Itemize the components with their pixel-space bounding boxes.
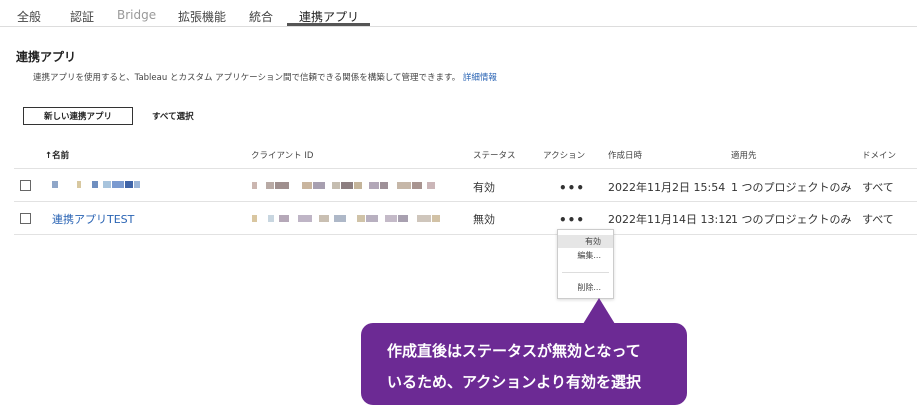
tab-divider: [0, 26, 917, 27]
more-actions-button[interactable]: •••: [559, 182, 585, 194]
redacted-client-id: [252, 214, 440, 223]
page-description: 連携アプリを使用すると、Tableau とカスタム アプリケーション間で信頼でき…: [33, 71, 497, 83]
tab-general[interactable]: 全般: [17, 8, 41, 25]
column-header-action: アクション: [543, 151, 586, 161]
tab-extensions[interactable]: 拡張機能: [178, 8, 226, 25]
tab-authentication[interactable]: 認証: [70, 8, 94, 25]
row-divider: [14, 201, 917, 202]
created-cell: 2022年11月14日 13:12: [608, 213, 733, 226]
app-name-link[interactable]: 連携アプリTEST: [52, 211, 134, 227]
annotation-callout: 作成直後はステータスが無効となって いるため、アクションより有効を選択: [361, 323, 687, 405]
domain-cell: すべて: [862, 213, 894, 226]
menu-item-edit[interactable]: 編集...: [558, 249, 613, 262]
menu-item-delete[interactable]: 削除...: [558, 281, 613, 294]
callout-line-1: 作成直後はステータスが無効となって: [387, 342, 641, 360]
menu-separator: [562, 272, 609, 273]
page-title: 連携アプリ: [16, 50, 77, 64]
column-header-scope[interactable]: 適用先: [731, 149, 757, 161]
menu-item-enable[interactable]: 有効: [558, 235, 613, 248]
row-divider: [14, 234, 917, 235]
table-header-divider: [14, 168, 917, 169]
more-actions-button[interactable]: •••: [559, 214, 585, 226]
row-checkbox[interactable]: [20, 180, 31, 191]
column-header-name[interactable]: ↑名前: [45, 149, 69, 161]
column-header-domain[interactable]: ドメイン: [862, 149, 896, 161]
status-cell: 有効: [473, 181, 495, 194]
status-cell: 無効: [473, 213, 495, 226]
scope-cell: 1 つのプロジェクトのみ: [731, 181, 852, 194]
select-all-button[interactable]: すべて選択: [152, 110, 194, 122]
row-checkbox[interactable]: [20, 213, 31, 224]
scope-cell: 1 つのプロジェクトのみ: [731, 213, 852, 226]
callout-line-2: いるため、アクションより有効を選択: [387, 373, 641, 391]
tab-bar: 全般 認証 Bridge 拡張機能 統合 連携アプリ: [0, 0, 917, 27]
redacted-app-name[interactable]: [52, 180, 140, 189]
new-connected-app-button[interactable]: 新しい連携アプリ: [23, 107, 133, 125]
tab-bridge[interactable]: Bridge: [117, 8, 156, 22]
learn-more-link[interactable]: 詳細情報: [463, 73, 497, 83]
callout-pointer: [583, 298, 615, 324]
created-cell: 2022年11月2日 15:54: [608, 181, 726, 194]
redacted-client-id: [252, 181, 435, 190]
column-header-created[interactable]: 作成日時: [608, 149, 642, 161]
description-text: 連携アプリを使用すると、Tableau とカスタム アプリケーション間で信頼でき…: [33, 73, 461, 83]
column-header-status[interactable]: ステータス: [473, 149, 516, 161]
tab-integration[interactable]: 統合: [249, 8, 273, 25]
actions-dropdown-menu: 有効 編集... 削除...: [557, 229, 614, 299]
domain-cell: すべて: [862, 181, 894, 194]
column-header-client-id[interactable]: クライアント ID: [251, 149, 313, 161]
